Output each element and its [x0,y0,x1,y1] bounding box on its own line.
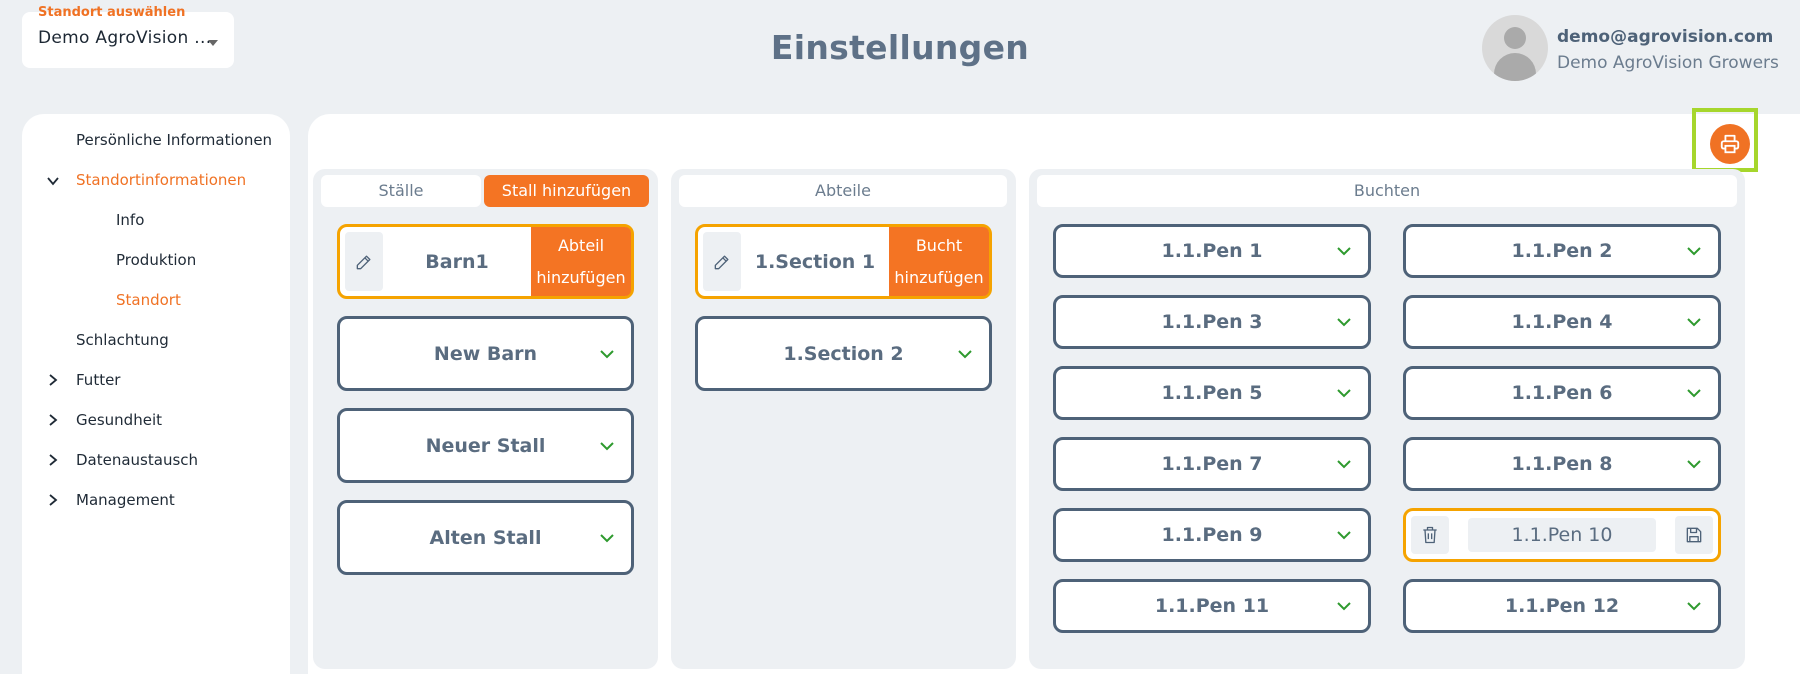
barn-card[interactable]: New Barn [337,316,634,391]
pen-card-label: 1.1.Pen 7 [1161,453,1263,475]
pen-card[interactable]: 1.1.Pen 8 [1403,437,1721,491]
pen-card[interactable]: 1.1.Pen 6 [1403,366,1721,420]
sidebar-item-location-info[interactable]: Standortinformationen [76,171,246,189]
save-pen-button[interactable] [1675,516,1713,554]
chevron-down-icon [1687,247,1701,256]
pen-card-label: 1.1.Pen 2 [1511,240,1613,262]
pen-card-label: 1.1.Pen 3 [1161,311,1263,333]
pen-card[interactable]: 1.1.Pen 11 [1053,579,1371,633]
avatar-icon[interactable] [1482,15,1548,81]
pen-card[interactable]: 1.1.Pen 3 [1053,295,1371,349]
trash-icon [1423,526,1437,544]
edit-section-button[interactable] [703,232,741,291]
section-card-label: 1.Section 1 [754,250,876,273]
chevron-down-icon [1687,602,1701,611]
pen-card-label: 1.1.Pen 12 [1504,595,1620,617]
pen-card[interactable]: 1.1.Pen 7 [1053,437,1371,491]
pen-card-label: 1.1.Pen 5 [1161,382,1263,404]
chevron-down-icon [1687,318,1701,327]
sidebar-item-management[interactable]: Management [76,491,175,509]
pen-card-label: 1.1.Pen 6 [1511,382,1613,404]
pen-card[interactable]: 1.1.Pen 12 [1403,579,1721,633]
sidebar-item-data-exchange[interactable]: Datenaustausch [76,451,198,469]
pen-card-editing[interactable] [1403,508,1721,562]
chevron-right-icon[interactable] [46,493,60,507]
pencil-icon [356,255,371,269]
section-card-selected[interactable]: 1.Section 1 Bucht hinzufügen [695,224,992,299]
user-organization: Demo AgroVision Growers [1557,53,1779,73]
chevron-down-icon [600,441,614,450]
pen-card[interactable]: 1.1.Pen 9 [1053,508,1371,562]
chevron-down-icon [1687,460,1701,469]
pen-card[interactable]: 1.1.Pen 5 [1053,366,1371,420]
pen-card-label: 1.1.Pen 8 [1511,453,1613,475]
sections-column: Abteile 1.Section 1 Bucht hinzufügen 1.S… [671,169,1016,669]
chevron-down-icon [1337,602,1351,611]
chevron-down-icon [1337,318,1351,327]
chevron-down-icon [600,533,614,542]
delete-pen-button[interactable] [1411,516,1449,554]
location-select-label: Standort auswählen [38,5,186,20]
add-pen-button[interactable]: Bucht hinzufügen [889,227,989,296]
chevron-right-icon[interactable] [46,453,60,467]
edit-barn-button[interactable] [345,232,383,291]
pen-card-label: 1.1.Pen 11 [1154,595,1270,617]
barn-card-label: Barn1 [425,250,489,273]
pen-card[interactable]: 1.1.Pen 4 [1403,295,1721,349]
barn-card-label: Neuer Stall [425,434,546,457]
chevron-down-icon [958,349,972,358]
pen-name-input[interactable] [1468,518,1656,552]
barn-card-label: New Barn [433,342,538,365]
floppy-disk-icon [1686,527,1702,543]
barn-card[interactable]: Neuer Stall [337,408,634,483]
chevron-down-icon [1337,247,1351,256]
sidebar-item-slaughter[interactable]: Schlachtung [76,331,169,349]
barns-header: Ställe [321,175,481,207]
sidebar-item-location[interactable]: Standort [116,291,181,309]
chevron-right-icon[interactable] [46,373,60,387]
pen-card-label: 1.1.Pen 9 [1161,524,1263,546]
sidebar-item-feed[interactable]: Futter [76,371,120,389]
barns-column: Ställe Stall hinzufügen Barn1 Abteil hin… [313,169,658,669]
barn-card[interactable]: Alten Stall [337,500,634,575]
sidebar-item-health[interactable]: Gesundheit [76,411,162,429]
add-section-button[interactable]: Abteil hinzufügen [531,227,631,296]
sidebar-item-personal-info[interactable]: Persönliche Informationen [76,131,272,149]
pen-card[interactable]: 1.1.Pen 1 [1053,224,1371,278]
chevron-down-icon [600,349,614,358]
print-button[interactable] [1710,124,1750,164]
section-card-label: 1.Section 2 [783,342,904,365]
print-highlight [1692,108,1758,172]
chevron-down-icon [1337,460,1351,469]
barn-card-label: Alten Stall [429,526,542,549]
chevron-right-icon[interactable] [46,413,60,427]
pen-card-label: 1.1.Pen 1 [1161,240,1263,262]
chevron-down-icon [1337,531,1351,540]
sidebar: Persönliche Informationen Standortinform… [22,114,290,674]
pens-column: Buchten 1.1.Pen 1 1.1.Pen 2 1.1.Pen 3 1.… [1029,169,1745,669]
pen-card-label: 1.1.Pen 4 [1511,311,1613,333]
section-card[interactable]: 1.Section 2 [695,316,992,391]
user-email: demo@agrovision.com [1557,27,1774,47]
add-barn-button[interactable]: Stall hinzufügen [484,175,649,207]
sidebar-item-info[interactable]: Info [116,211,144,229]
printer-icon [1720,134,1740,154]
pencil-icon [714,255,729,269]
chevron-down-icon[interactable] [46,174,60,188]
barn-card-selected[interactable]: Barn1 Abteil hinzufügen [337,224,634,299]
chevron-down-icon [1337,389,1351,398]
pens-header: Buchten [1037,175,1737,207]
pen-card[interactable]: 1.1.Pen 2 [1403,224,1721,278]
sidebar-item-production[interactable]: Produktion [116,251,196,269]
chevron-down-icon [1687,389,1701,398]
sections-header: Abteile [679,175,1007,207]
